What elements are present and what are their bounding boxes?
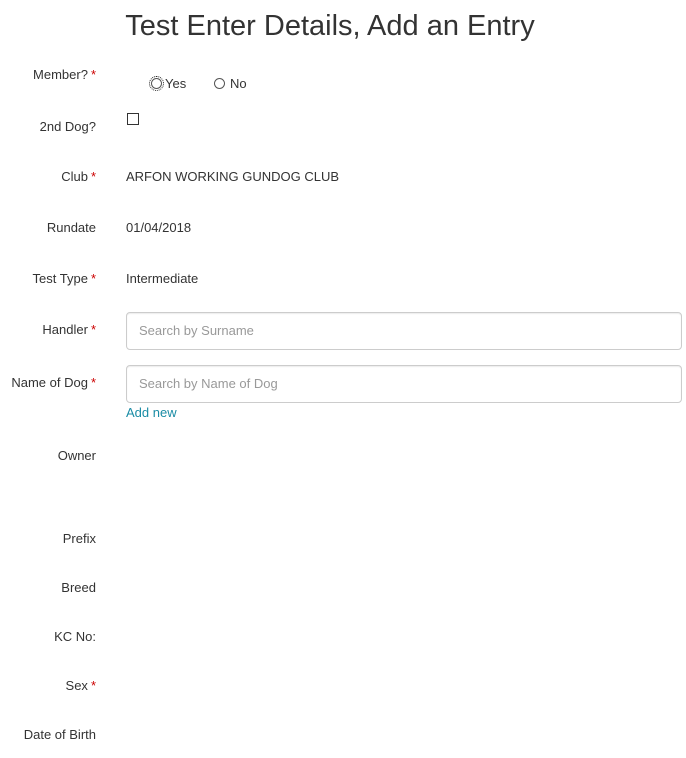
handler-search-input[interactable]: Search by Surname	[126, 312, 682, 350]
club-label-text: Club	[61, 169, 88, 184]
sex-label: Sex *	[66, 678, 96, 693]
handler-label-text: Handler	[42, 322, 88, 337]
dob-label: Date of Birth	[23, 727, 96, 742]
sex-label-text: Sex	[65, 678, 88, 693]
required-marker: *	[90, 678, 96, 693]
member-no-label: No	[230, 76, 247, 91]
rundate-value: 01/04/2018	[126, 220, 192, 235]
member-no-option[interactable]: No	[214, 76, 247, 91]
dog-name-search-placeholder: Search by Name of Dog	[139, 376, 278, 391]
prefix-label: Prefix	[62, 531, 96, 546]
dog-name-search-input[interactable]: Search by Name of Dog	[126, 365, 682, 403]
dog-name-label-text: Name of Dog	[11, 375, 88, 390]
test-type-label: Test Type *	[33, 271, 96, 286]
member-yes-option[interactable]: Yes	[149, 76, 187, 91]
club-label: Club *	[61, 169, 96, 184]
handler-label: Handler *	[42, 322, 96, 337]
required-marker: *	[90, 169, 96, 184]
test-type-value: Intermediate	[126, 271, 199, 286]
rundate-label: Rundate	[46, 220, 96, 235]
kc-no-label: KC No:	[54, 629, 96, 644]
required-marker: *	[90, 67, 96, 82]
second-dog-checkbox[interactable]	[127, 113, 139, 125]
member-no-radio[interactable]	[214, 78, 225, 89]
add-new-link[interactable]: Add new	[126, 405, 177, 420]
test-type-label-text: Test Type	[32, 271, 88, 286]
owner-label: Owner	[57, 448, 96, 463]
member-label: Member? *	[33, 67, 96, 82]
second-dog-label: 2nd Dog?	[39, 119, 96, 134]
required-marker: *	[90, 375, 96, 390]
required-marker: *	[90, 271, 96, 286]
member-yes-radio[interactable]	[149, 76, 164, 91]
club-value: ARFON WORKING GUNDOG CLUB	[126, 169, 340, 184]
dog-name-label: Name of Dog *	[11, 375, 96, 390]
member-label-text: Member?	[33, 67, 88, 82]
member-yes-label: Yes	[165, 76, 187, 91]
breed-label: Breed	[61, 580, 96, 595]
page-title: Test Enter Details, Add an Entry	[125, 10, 535, 42]
required-marker: *	[90, 322, 96, 337]
handler-search-placeholder: Search by Surname	[139, 323, 254, 338]
